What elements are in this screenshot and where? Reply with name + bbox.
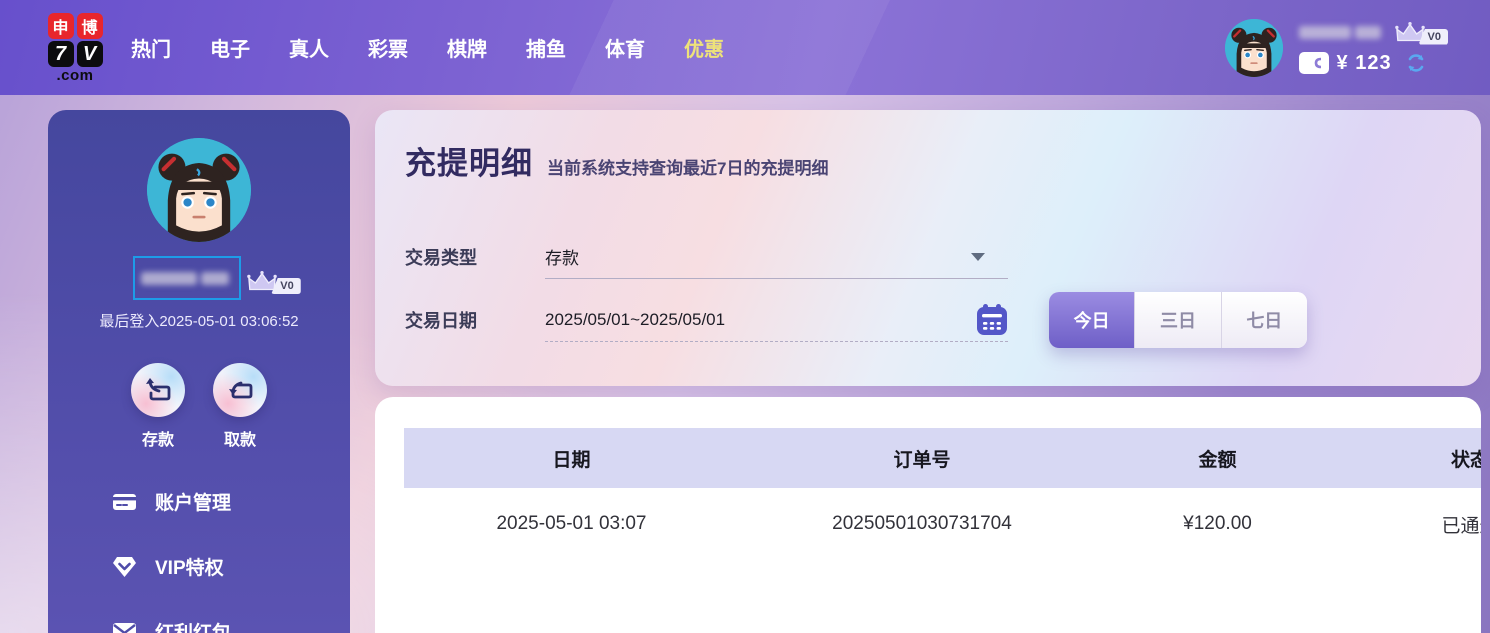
calendar-icon[interactable] <box>976 303 1008 336</box>
records-panel: 日期 订单号 金额 状态 2025-05-01 03:07 2025050103… <box>375 397 1481 633</box>
page-title: 充提明细 <box>405 146 533 181</box>
menu-label: 账户管理 <box>155 493 232 514</box>
logo-char-v: V <box>76 41 103 67</box>
wallet-icon[interactable] <box>1299 52 1329 74</box>
col-header-status: 状态 <box>1450 449 1481 471</box>
nav-item-promotions[interactable]: 优惠 <box>684 33 724 62</box>
logo-badge-shen: 申 <box>47 13 74 39</box>
range-7days-button[interactable]: 七日 <box>1220 292 1307 348</box>
notification-dot <box>1271 18 1283 29</box>
nav-item-slots[interactable]: 电子 <box>210 33 250 62</box>
username-selection-box[interactable] <box>133 256 242 300</box>
transaction-type-value: 存款 <box>545 249 579 268</box>
red-envelope-icon <box>112 619 137 633</box>
logo-badge-bo: 博 <box>76 13 103 39</box>
nav-item-poker[interactable]: 棋牌 <box>447 33 487 62</box>
balance-amount: ¥ 123 <box>1336 51 1392 74</box>
table-header-row: 日期 订单号 金额 状态 <box>404 428 1481 488</box>
cell-order-no: 20250501030731704 <box>832 513 1012 534</box>
sidebar-menu: 账户管理 VIP特权 红利红包 <box>48 488 350 633</box>
transaction-date-input[interactable]: 2025/05/01~2025/05/01 <box>545 298 1008 342</box>
logo-domain: .com <box>56 67 94 84</box>
username-redacted <box>1298 26 1387 39</box>
nav-item-sports[interactable]: 体育 <box>605 33 645 62</box>
profile-avatar[interactable] <box>147 138 251 242</box>
gem-icon <box>112 554 137 579</box>
sidebar-item-bonus-redpacket[interactable]: 红利红包 <box>112 618 350 633</box>
nav-item-fishing[interactable]: 捕鱼 <box>526 33 566 62</box>
nav-item-hot[interactable]: 热门 <box>131 33 171 62</box>
menu-label: VIP特权 <box>155 558 224 579</box>
col-header-date: 日期 <box>552 449 591 471</box>
nav-item-live[interactable]: 真人 <box>289 33 329 62</box>
bank-card-icon <box>112 489 137 514</box>
filter-panel: 充提明细 当前系统支持查询最近7日的充提明细 交易类型 存款 交易日期 2025… <box>375 110 1481 386</box>
transaction-type-label: 交易类型 <box>405 248 477 268</box>
deposit-button[interactable]: 存款 <box>131 363 185 450</box>
profile-vip-badge: V0 <box>247 270 301 294</box>
main-nav: 热门 电子 真人 彩票 棋牌 捕鱼 体育 优惠 <box>131 33 724 62</box>
withdraw-icon <box>225 375 255 405</box>
withdraw-label: 取款 <box>223 432 256 449</box>
user-avatar[interactable] <box>1224 18 1283 77</box>
quick-range-group: 今日 三日 七日 <box>1049 292 1307 348</box>
col-header-amount: 金额 <box>1198 449 1237 471</box>
nav-item-lottery[interactable]: 彩票 <box>368 33 408 62</box>
col-header-order-no: 订单号 <box>893 449 951 471</box>
sidebar-item-account-management[interactable]: 账户管理 <box>112 488 350 515</box>
deposit-icon <box>143 375 173 405</box>
refresh-balance-icon[interactable] <box>1406 53 1426 73</box>
deposit-label: 存款 <box>141 432 174 449</box>
cell-status: 已通过 <box>1441 515 1481 537</box>
chevron-down-icon <box>971 253 985 261</box>
site-logo[interactable]: 申 博 7 V .com <box>45 13 105 84</box>
menu-label: 红利红包 <box>155 618 231 633</box>
transaction-date-value: 2025/05/01~2025/05/01 <box>545 309 726 329</box>
user-area: V0 ¥ 123 <box>1224 18 1448 77</box>
withdraw-button[interactable]: 取款 <box>213 363 267 450</box>
page-subtitle: 当前系统支持查询最近7日的充提明细 <box>547 159 829 178</box>
logo-char-7: 7 <box>47 41 74 67</box>
profile-sidebar: V0 最后登入2025-05-01 03:06:52 存款 取款 账户管理 VI… <box>48 110 350 633</box>
range-3days-button[interactable]: 三日 <box>1134 292 1221 348</box>
profile-username-redacted <box>141 271 233 285</box>
table-row: 2025-05-01 03:07 20250501030731704 ¥120.… <box>404 488 1481 560</box>
transaction-date-label: 交易日期 <box>405 311 477 331</box>
vip-level-badge[interactable]: V0 <box>1395 21 1448 45</box>
cell-date: 2025-05-01 03:07 <box>496 513 647 534</box>
last-login-text: 最后登入2025-05-01 03:06:52 <box>99 313 299 330</box>
sidebar-item-vip-privileges[interactable]: VIP特权 <box>112 553 350 580</box>
top-navbar: 申 博 7 V .com 热门 电子 真人 彩票 棋牌 捕鱼 体育 优惠 V0 … <box>0 0 1490 95</box>
range-today-button[interactable]: 今日 <box>1049 292 1135 348</box>
transaction-type-select[interactable]: 存款 <box>545 235 1008 279</box>
cell-amount: ¥120.00 <box>1183 513 1252 534</box>
